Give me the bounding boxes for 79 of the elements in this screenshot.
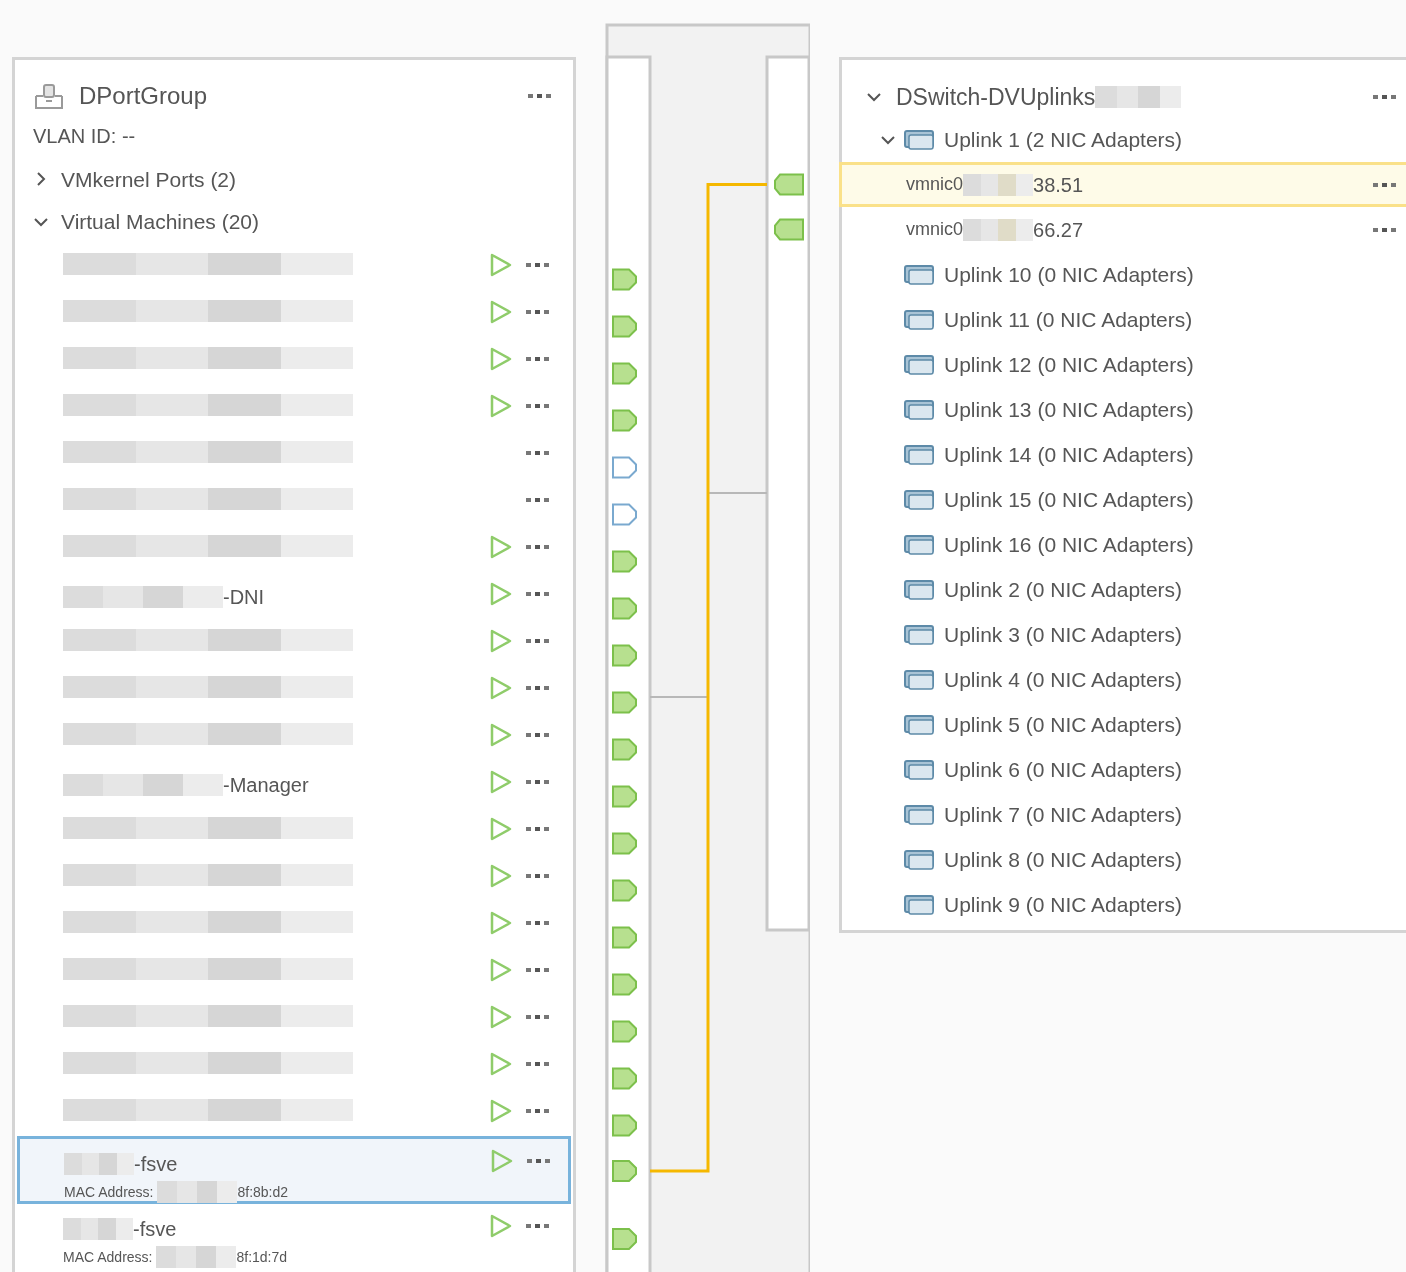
network-card-icon [904, 577, 936, 602]
uplink-label[interactable]: Uplink 2 (0 NIC Adapters) [944, 573, 1183, 606]
redacted-text [63, 1218, 133, 1240]
play-icon[interactable] [490, 723, 512, 747]
uplink-label[interactable]: Uplink 11 (0 NIC Adapters) [944, 303, 1193, 336]
network-card-icon [904, 397, 936, 422]
play-icon[interactable] [490, 300, 512, 324]
uplink-label[interactable]: Uplink 6 (0 NIC Adapters) [944, 753, 1183, 786]
portgroup-icon [33, 81, 65, 110]
mac-address-label: MAC Address: [63, 1247, 153, 1267]
network-card-icon [904, 667, 936, 692]
network-card-icon [904, 442, 936, 467]
nic-row[interactable]: vmnic0 38.51 [839, 162, 1406, 207]
vm-name: -fsve [133, 1217, 177, 1242]
uplink-label[interactable]: Uplink 4 (0 NIC Adapters) [944, 663, 1183, 696]
network-card-icon [904, 487, 936, 512]
portgroup-title: DPortGroup [79, 80, 209, 111]
play-icon[interactable] [490, 817, 512, 841]
play-icon[interactable] [490, 535, 512, 559]
play-icon[interactable] [490, 864, 512, 888]
network-card-icon [904, 352, 936, 377]
vlan-id-label: VLAN ID: -- [33, 124, 136, 150]
mac-address-label: MAC Address: [64, 1182, 154, 1202]
vm-name: -fsve [134, 1152, 178, 1177]
play-icon[interactable] [490, 253, 512, 277]
play-icon[interactable] [490, 1214, 512, 1238]
redacted-text [64, 1153, 134, 1175]
uplink-label[interactable]: Uplink 13 (0 NIC Adapters) [944, 393, 1194, 426]
network-card-icon [904, 307, 936, 332]
network-card-icon [904, 802, 936, 827]
network-card-icon [904, 127, 936, 152]
uplink-label[interactable]: Uplink 1 (2 NIC Adapters) [944, 123, 1183, 156]
network-card-icon [904, 622, 936, 647]
play-icon[interactable] [490, 1005, 512, 1029]
uplinks-title: DSwitch-DVUplinks [896, 82, 1096, 112]
uplink-label[interactable]: Uplink 8 (0 NIC Adapters) [944, 843, 1183, 876]
vm-row[interactable]: -fsve MAC Address: 8f:1d:7d [33, 1204, 555, 1272]
uplink-label[interactable]: Uplink 5 (0 NIC Adapters) [944, 708, 1183, 741]
nic-name: vmnic0 [906, 173, 963, 196]
vm-row-selected[interactable]: -fsve MAC Address: 8f:8b:d2 [17, 1136, 571, 1204]
play-icon[interactable] [490, 1052, 512, 1076]
uplink-label[interactable]: Uplink 12 (0 NIC Adapters) [944, 348, 1194, 381]
mac-address-value: 8f:1d:7d [236, 1247, 288, 1267]
play-icon[interactable] [490, 911, 512, 935]
nic-address: 38.51 [1033, 172, 1085, 198]
network-card-icon [904, 892, 936, 917]
nic-row[interactable]: vmnic0 66.27 [842, 207, 1406, 252]
uplink-label[interactable]: Uplink 9 (0 NIC Adapters) [944, 888, 1183, 921]
section-label[interactable]: Virtual Machines (20) [61, 206, 260, 238]
network-card-icon [904, 847, 936, 872]
uplink-label[interactable]: Uplink 3 (0 NIC Adapters) [944, 618, 1183, 651]
mac-address-value: 8f:8b:d2 [237, 1182, 289, 1202]
play-icon[interactable] [490, 958, 512, 982]
play-icon[interactable] [490, 629, 512, 653]
network-card-icon [904, 757, 936, 782]
network-card-icon [904, 712, 936, 737]
vm-name: -Manager [223, 773, 309, 798]
uplink-label[interactable]: Uplink 7 (0 NIC Adapters) [944, 798, 1183, 831]
play-icon[interactable] [490, 582, 512, 606]
uplink-label[interactable]: Uplink 10 (0 NIC Adapters) [944, 258, 1194, 291]
vm-row[interactable]: -DNI [33, 572, 555, 619]
vm-name: -DNI [223, 585, 265, 610]
play-icon[interactable] [490, 394, 512, 418]
vm-row[interactable]: -Manager [33, 760, 555, 807]
uplink-label[interactable]: Uplink 15 (0 NIC Adapters) [944, 483, 1194, 516]
play-icon[interactable] [491, 1149, 513, 1173]
nic-address: 66.27 [1033, 217, 1085, 243]
section-label[interactable]: VMkernel Ports (2) [61, 163, 237, 196]
network-card-icon [904, 532, 936, 557]
play-icon[interactable] [490, 676, 512, 700]
nic-name: vmnic0 [906, 218, 963, 241]
play-icon[interactable] [490, 770, 512, 794]
play-icon[interactable] [490, 1099, 512, 1123]
redacted-text [963, 173, 1033, 196]
redacted-text [963, 218, 1033, 241]
play-icon[interactable] [490, 347, 512, 371]
uplink-label[interactable]: Uplink 16 (0 NIC Adapters) [944, 528, 1194, 561]
uplink-label[interactable]: Uplink 14 (0 NIC Adapters) [944, 438, 1194, 471]
network-card-icon [904, 262, 936, 287]
